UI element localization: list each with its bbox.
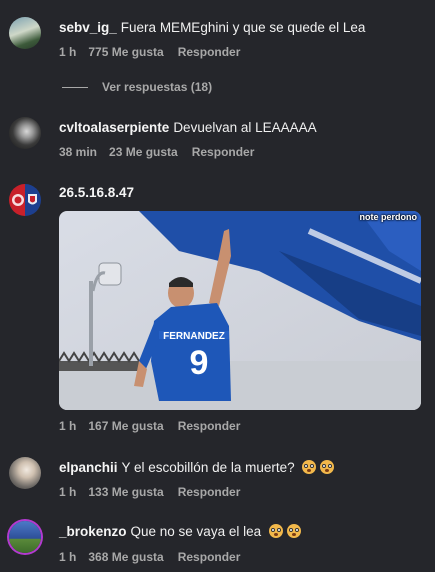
avatar[interactable] [9, 184, 41, 216]
comment-username[interactable]: elpanchii [59, 460, 118, 475]
comment-text: Fuera MEMEghini y que se quede el Lea [120, 20, 366, 35]
comment-text: Devuelvan al LEAAAAA [173, 120, 317, 135]
view-replies-button[interactable]: Ver respuestas (18) [62, 80, 212, 94]
comment-time: 1 h [59, 45, 77, 59]
like-count[interactable]: 368 Me gusta [88, 550, 163, 564]
avatar[interactable] [9, 457, 41, 489]
svg-text:9: 9 [190, 344, 209, 382]
reply-button[interactable]: Responder [178, 485, 241, 499]
flushed-face-icon [268, 524, 283, 538]
like-count[interactable]: 167 Me gusta [88, 419, 163, 433]
divider-line [62, 87, 88, 89]
comment-text: Que no se vaya el lea [130, 524, 262, 539]
like-count[interactable]: 775 Me gusta [88, 45, 163, 59]
comment-username[interactable]: 26.5.16.8.47 [59, 185, 134, 200]
gif-media[interactable]: FERNANDEZ 9 note perdono [59, 211, 421, 410]
flushed-face-icon [302, 460, 317, 474]
comment-username[interactable]: _brokenzo [59, 524, 127, 539]
like-count[interactable]: 133 Me gusta [88, 485, 163, 499]
avatar[interactable] [9, 521, 41, 553]
avatar[interactable] [9, 17, 41, 49]
view-replies-label: Ver respuestas (18) [102, 80, 213, 94]
comment-username[interactable]: cvltoalaserpiente [59, 120, 169, 135]
flushed-face-icon [286, 524, 301, 538]
like-count[interactable]: 23 Me gusta [109, 145, 178, 159]
flushed-face-icon [320, 460, 335, 474]
comment-time: 1 h [59, 419, 77, 433]
reply-button[interactable]: Responder [178, 550, 241, 564]
svg-text:FERNANDEZ: FERNANDEZ [163, 331, 225, 342]
gif-caption: note perdono [359, 212, 418, 222]
comment-username[interactable]: sebv_ig_ [59, 20, 117, 35]
avatar[interactable] [9, 117, 41, 149]
reply-button[interactable]: Responder [178, 419, 241, 433]
comment-text: Y el escobillón de la muerte? [121, 460, 295, 475]
comment-time: 1 h [59, 550, 77, 564]
comment-time: 38 min [59, 145, 98, 159]
gif-scene-illustration: FERNANDEZ 9 [59, 211, 421, 410]
comment-time: 1 h [59, 485, 77, 499]
reply-button[interactable]: Responder [178, 45, 241, 59]
club-crests-icon [12, 194, 37, 206]
reply-button[interactable]: Responder [192, 145, 255, 159]
